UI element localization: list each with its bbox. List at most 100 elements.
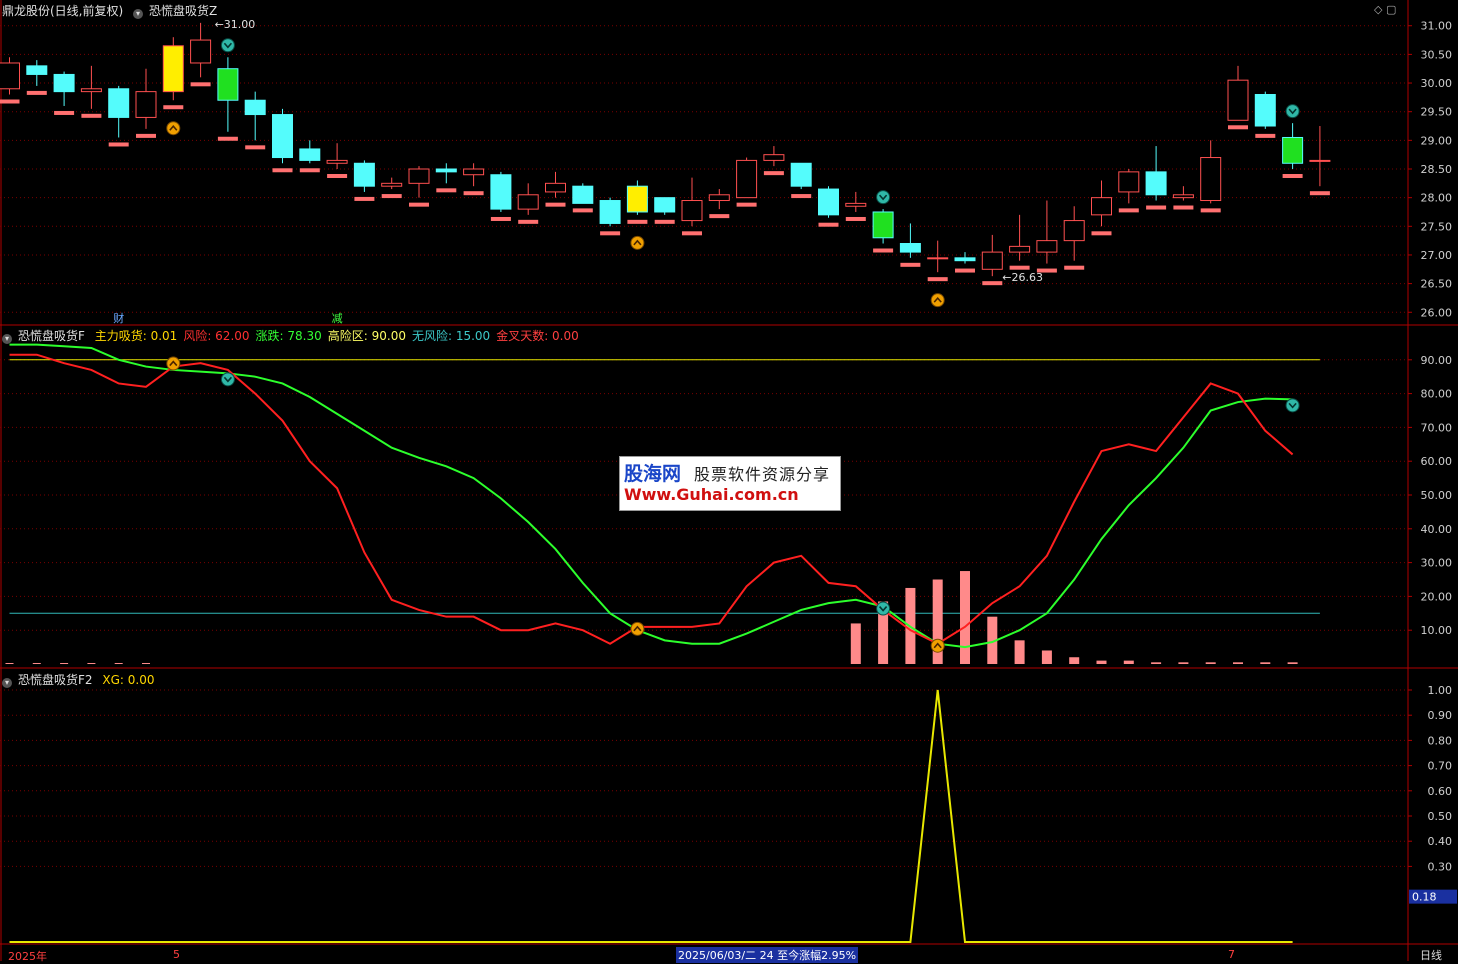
support-marker xyxy=(982,281,1003,286)
support-marker xyxy=(26,90,47,95)
ind1-axis-label: 40.00 xyxy=(1421,523,1453,536)
ind1-axis-label: 10.00 xyxy=(1421,624,1453,637)
diamond-icon[interactable]: ◇ xyxy=(1374,3,1382,16)
price-axis-label: 28.50 xyxy=(1421,163,1453,176)
support-marker xyxy=(463,191,484,196)
ind2-axis-label: 0.40 xyxy=(1428,835,1453,848)
candle-body xyxy=(818,188,839,216)
ind1-bar xyxy=(1233,662,1243,664)
indicator-title-z[interactable]: 恐慌盘吸货Z xyxy=(149,4,217,18)
high-price-label: ←31.00 xyxy=(215,18,256,31)
buy-signal-icon xyxy=(630,235,645,250)
candle-body xyxy=(217,68,239,101)
buy-signal-icon-circle xyxy=(630,235,645,250)
ind2-title[interactable]: 恐慌盘吸货F2 xyxy=(18,673,93,687)
support-marker xyxy=(436,188,457,193)
candle-body xyxy=(899,243,921,253)
dropdown-icon[interactable]: ▾ xyxy=(2,334,12,344)
support-marker xyxy=(927,277,948,282)
price-axis-label: 29.50 xyxy=(1421,106,1453,119)
candle-body xyxy=(1009,245,1031,253)
ind1-title[interactable]: 恐慌盘吸货F xyxy=(18,329,85,343)
support-marker xyxy=(217,136,238,141)
support-marker xyxy=(600,231,621,236)
ind2-axis-label: 0.30 xyxy=(1428,860,1453,873)
month5-label: 5 xyxy=(173,948,180,961)
support-marker xyxy=(245,145,266,150)
ind1-bar-flat xyxy=(60,663,69,664)
ind1-bar xyxy=(1096,660,1107,664)
candle-body xyxy=(1036,240,1058,253)
candle-body xyxy=(490,174,512,210)
support-marker xyxy=(1009,265,1030,270)
ind1-sell-icon xyxy=(1285,398,1300,413)
support-marker xyxy=(1309,191,1330,196)
year-label: 2025年 xyxy=(8,950,47,963)
candle-body xyxy=(1172,194,1194,199)
ind1-sell-icon-circle xyxy=(220,372,235,387)
candle-body xyxy=(708,194,730,202)
ind1-bar xyxy=(1205,662,1216,664)
support-marker xyxy=(1091,231,1112,236)
support-marker xyxy=(654,219,675,224)
support-marker xyxy=(736,202,757,207)
candle-body xyxy=(872,211,894,239)
event-marker-jian: 减 xyxy=(332,312,343,325)
candle-body xyxy=(1118,171,1140,193)
price-axis-label: 26.00 xyxy=(1421,306,1453,319)
support-marker xyxy=(791,194,812,199)
candle-body xyxy=(80,88,102,93)
price-axis-label: 29.00 xyxy=(1421,134,1453,147)
dropdown-icon[interactable]: ▾ xyxy=(133,9,144,19)
maximize-icon[interactable]: ▢ xyxy=(1386,3,1396,16)
ind1-bar-flat xyxy=(114,663,123,664)
candle-body xyxy=(299,148,321,161)
candle-body xyxy=(162,45,184,93)
support-marker xyxy=(682,231,702,236)
candle-body xyxy=(1091,197,1112,216)
support-marker xyxy=(1255,133,1276,138)
ind2-axis-label: 1.00 xyxy=(1428,684,1453,697)
candle-body xyxy=(681,200,703,222)
candle-body xyxy=(463,168,485,176)
candle-body xyxy=(53,73,75,93)
candle-body xyxy=(1254,94,1276,127)
candle-body xyxy=(1200,157,1222,202)
support-marker xyxy=(409,202,429,207)
price-axis-label: 28.00 xyxy=(1421,192,1453,205)
support-marker xyxy=(518,219,539,224)
support-marker xyxy=(1200,208,1221,213)
candle-body xyxy=(790,162,812,187)
candle-body xyxy=(1282,136,1304,164)
sell-signal-icon-circle xyxy=(1285,104,1300,119)
candle-body xyxy=(517,194,539,210)
candle-body xyxy=(954,257,976,262)
watermark-url: Www.Guhai.com.cn xyxy=(624,485,799,504)
support-marker xyxy=(900,262,921,267)
support-marker xyxy=(490,216,511,221)
sell-signal-icon-circle xyxy=(876,190,891,205)
ind1-bar-flat xyxy=(142,663,150,664)
dropdown-icon[interactable]: ▾ xyxy=(2,678,12,688)
ind1-axis-label: 80.00 xyxy=(1421,388,1453,401)
support-marker xyxy=(818,222,839,227)
stock-title[interactable]: 鼎龙股份(日线,前复权) xyxy=(2,4,123,18)
support-marker xyxy=(1146,205,1167,210)
support-marker xyxy=(163,105,184,110)
candle-body xyxy=(244,99,266,116)
ind2-axis-label: 0.70 xyxy=(1428,760,1453,773)
support-marker xyxy=(81,113,102,118)
ind2-axis-label: 0.60 xyxy=(1428,785,1453,798)
ind1-bar-flat xyxy=(5,663,14,664)
candle-body xyxy=(927,257,949,260)
support-marker xyxy=(108,142,129,147)
watermark-subtitle: 股票软件资源分享 xyxy=(694,465,831,484)
ind1-bar xyxy=(1287,662,1298,664)
watermark: 股海网 股票软件资源分享 Www.Guhai.com.cn xyxy=(619,456,841,511)
support-marker xyxy=(572,208,593,213)
candle-body xyxy=(626,185,648,213)
ind1-item-0: 主力吸货: 0.01 xyxy=(94,329,178,343)
main-header: 鼎龙股份(日线,前复权) ▾ 恐慌盘吸货Z xyxy=(2,2,223,19)
candle-body xyxy=(108,88,130,118)
candle-body xyxy=(353,162,375,187)
